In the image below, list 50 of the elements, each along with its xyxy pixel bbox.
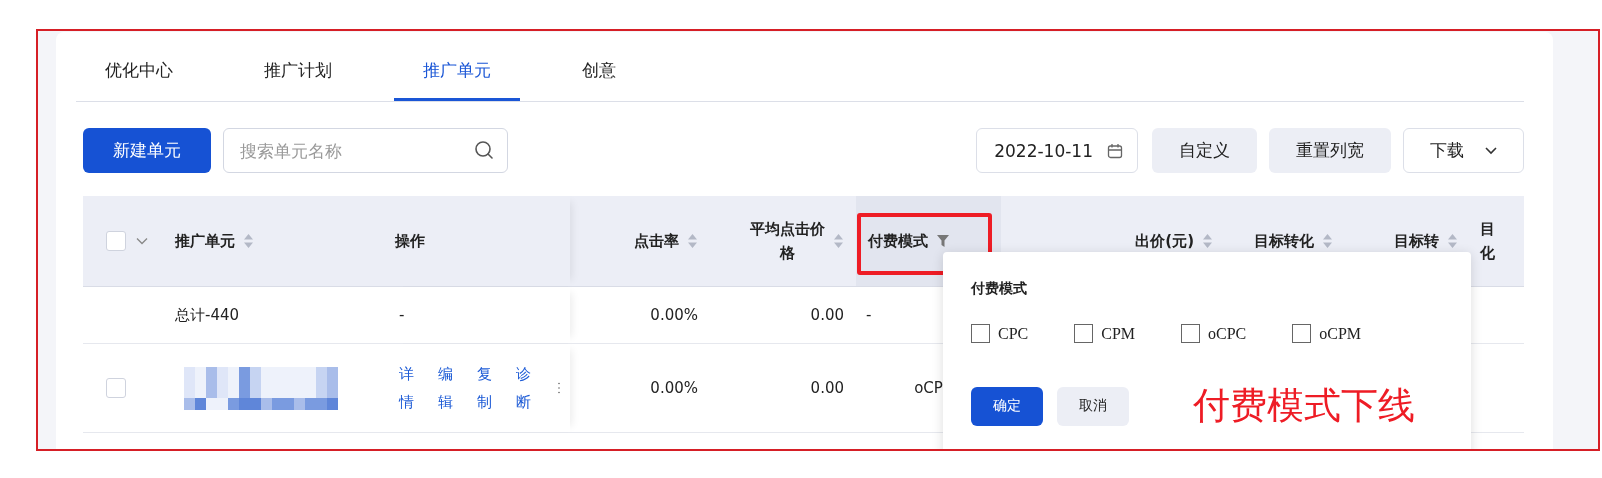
table-cell: -: [399, 306, 405, 324]
chevron-down-icon: [1483, 145, 1498, 156]
popup-title: 付费模式: [971, 279, 1028, 298]
checkbox[interactable]: [1181, 324, 1201, 343]
dropdown-button[interactable]: 下载: [1403, 128, 1524, 173]
column-header[interactable]: 推广单元: [175, 229, 235, 253]
table-cell: 0.00%: [650, 306, 698, 324]
annotation-text: 付费模式下线: [1193, 383, 1415, 429]
column-header[interactable]: 平均点击价 格: [750, 217, 825, 265]
tab[interactable]: 推广单元: [394, 32, 520, 101]
tab[interactable]: 优化中心: [76, 32, 202, 101]
option-label: CPC: [998, 324, 1029, 343]
action-link[interactable]: 详情: [399, 360, 414, 416]
date-text: 2022-10-11: [994, 140, 1093, 161]
option-label: CPM: [1101, 324, 1136, 343]
date-picker[interactable]: 2022-10-11: [976, 128, 1138, 173]
table-cell: -: [866, 306, 872, 324]
option-label: oCPC: [1208, 324, 1247, 343]
table-cell: 0.00%: [650, 379, 698, 397]
search-field[interactable]: 搜索单元名称: [223, 128, 508, 173]
new-unit-button[interactable]: 新建单元: [83, 128, 211, 173]
column-header[interactable]: 点击率: [634, 229, 679, 253]
checkbox[interactable]: [1074, 324, 1094, 343]
column-header[interactable]: 付费模式: [868, 229, 928, 253]
checkbox[interactable]: [1292, 324, 1312, 343]
calendar-icon: [1107, 142, 1123, 159]
row-checkbox[interactable]: [106, 378, 126, 398]
table-cell: oCP: [914, 379, 943, 397]
column-header[interactable]: 目标转: [1394, 229, 1439, 253]
column-header[interactable]: 目标转化: [1254, 229, 1314, 253]
checkbox[interactable]: [971, 324, 990, 343]
toolbar-button[interactable]: 重置列宽: [1269, 128, 1391, 173]
tab[interactable]: 创意: [553, 32, 645, 101]
column-header[interactable]: 目 化: [1480, 217, 1495, 265]
action-link[interactable]: 编辑: [438, 360, 453, 416]
table-cell: 0.00: [810, 379, 844, 397]
option-label: oCPM: [1319, 324, 1362, 343]
action-link[interactable]: 诊断: [516, 360, 531, 416]
action-link[interactable]: 复制: [477, 360, 492, 416]
confirm-button[interactable]: 确定: [971, 386, 1043, 426]
table-cell: 0.00: [810, 306, 844, 324]
table-cell: 总计-440: [175, 305, 240, 325]
select-all-checkbox[interactable]: [106, 231, 126, 251]
chevron-down-icon: [136, 237, 148, 245]
cancel-button[interactable]: 取消: [1057, 386, 1129, 426]
toolbar-button[interactable]: 自定义: [1152, 128, 1257, 173]
column-header[interactable]: 操作: [395, 229, 425, 253]
tab[interactable]: 推广计划: [235, 32, 361, 101]
search-icon: [474, 140, 494, 160]
column-header[interactable]: 出价(元): [1135, 229, 1194, 253]
